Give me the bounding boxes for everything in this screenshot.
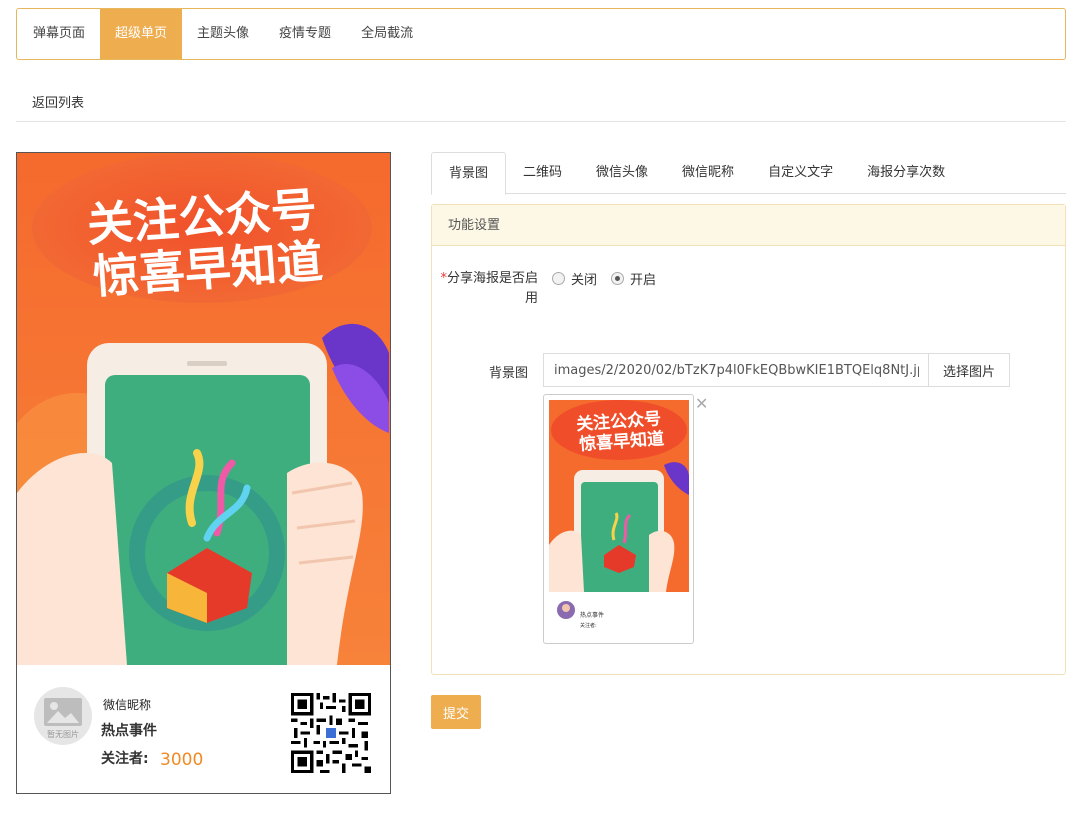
radio-on-label[interactable]: 开启 — [630, 269, 656, 288]
divider — [16, 121, 1066, 122]
tab-danmu[interactable]: 弹幕页面 — [18, 9, 100, 59]
panel-title: 功能设置 — [432, 205, 1065, 246]
poster-background-image: 关注公众号 惊喜早知道 — [17, 153, 390, 665]
choose-image-button[interactable]: 选择图片 — [928, 353, 1010, 387]
remove-image-icon[interactable]: ✕ — [695, 396, 708, 412]
share-enable-label-text: 分享海报是否启用 — [446, 271, 538, 306]
background-thumbnail: 关注公众号 惊喜早知道 热点事件 关注者: — [543, 394, 694, 644]
settings-panel: 功能设置 *分享海报是否启用 关闭 开启 背景图 选择图片 关注公众号 惊喜早知… — [431, 204, 1066, 675]
submit-button[interactable]: 提交 — [431, 695, 481, 729]
image-placeholder-icon — [44, 698, 82, 726]
share-enable-radio-group: 关闭 开启 — [552, 269, 670, 288]
poster-fans-label: 关注者: — [101, 751, 149, 767]
thumb-hot-event: 热点事件 — [580, 611, 604, 619]
tab-share-count[interactable]: 海报分享次数 — [850, 152, 962, 194]
poster-fans-count: 3000 — [160, 750, 204, 770]
tab-qrcode[interactable]: 二维码 — [506, 152, 579, 194]
poster-hot-event: 热点事件 — [101, 723, 157, 739]
back-to-list-link[interactable]: 返回列表 — [32, 92, 84, 111]
background-path-input[interactable] — [543, 353, 929, 387]
tab-epidemic[interactable]: 疫情专题 — [264, 9, 346, 59]
config-tab-bar: 背景图 二维码 微信头像 微信昵称 自定义文字 海报分享次数 — [431, 152, 1066, 195]
avatar: 暂无图片 — [34, 687, 92, 745]
share-enable-label: *分享海报是否启用 — [432, 269, 538, 309]
poster-preview: 关注公众号 惊喜早知道 暂无图片 微信昵称 热点事件 关注者: 3000 — [16, 152, 391, 794]
top-tab-bar: 弹幕页面 超级单页 主题头像 疫情专题 全局截流 — [16, 8, 1066, 60]
tab-custom-text[interactable]: 自定义文字 — [751, 152, 850, 194]
background-label: 背景图 — [488, 366, 528, 381]
avatar-placeholder-text: 暂无图片 — [47, 730, 79, 739]
thumbnail-image: 关注公众号 惊喜早知道 热点事件 关注者: — [549, 400, 689, 638]
tab-super-page[interactable]: 超级单页 — [100, 9, 183, 59]
tab-global-intercept[interactable]: 全局截流 — [346, 9, 428, 59]
radio-on[interactable] — [611, 272, 625, 285]
qr-code-icon — [291, 693, 371, 773]
tab-wechat-nickname[interactable]: 微信昵称 — [665, 152, 751, 194]
tab-background[interactable]: 背景图 — [431, 152, 507, 195]
radio-off-label[interactable]: 关闭 — [571, 269, 597, 288]
poster-footer: 暂无图片 微信昵称 热点事件 关注者: 3000 — [17, 665, 390, 793]
thumb-fans: 关注者: — [580, 622, 597, 629]
tab-wechat-avatar[interactable]: 微信头像 — [579, 152, 665, 194]
radio-off[interactable] — [552, 272, 565, 285]
poster-nickname: 微信昵称 — [103, 698, 152, 712]
tab-theme-avatar[interactable]: 主题头像 — [182, 9, 264, 59]
